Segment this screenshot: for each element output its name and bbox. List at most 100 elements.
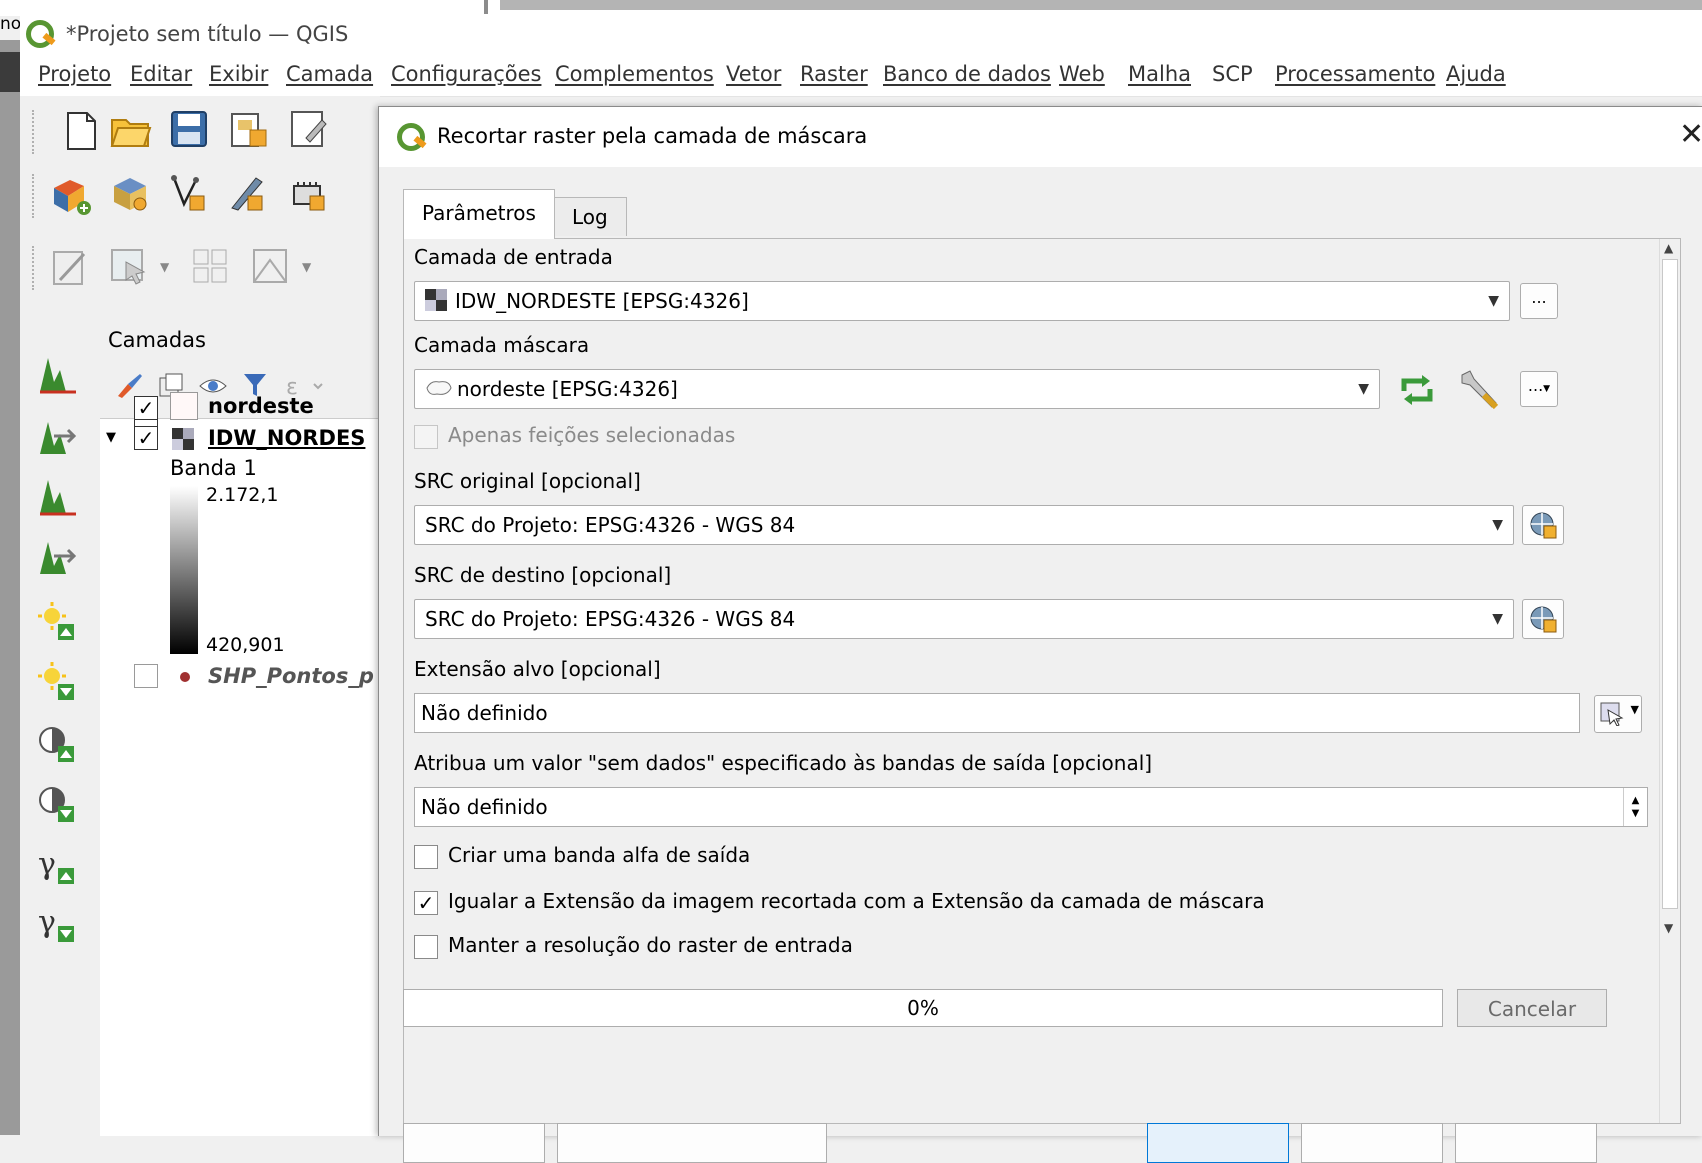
target-extent-input[interactable]: Não definido [414,693,1580,733]
chevron-down-icon[interactable]: ▼ [302,260,311,274]
polygon-layer-icon [425,372,453,395]
menu-complementos[interactable]: Complementos [555,62,714,86]
layers-panel: Camadas ε ✓ nordeste ▼ ✓ IDW_NORDES Band… [100,310,380,1136]
layer-visibility-checkbox[interactable]: ✓ [134,426,158,450]
input-layer-label: Camada de entrada [414,245,613,269]
chevron-down-icon: ▼ [1492,611,1503,627]
grayscale-ramp [170,486,198,654]
qgis-logo-icon [24,18,56,48]
menu-scp[interactable]: SCP [1212,62,1253,86]
toggle-editing-icon[interactable] [50,246,92,288]
new-print-layout-icon[interactable] [228,108,270,150]
gamma-increase-icon[interactable]: γ [36,844,78,886]
nodata-spinbox[interactable]: Não definido ▲ ▼ [414,787,1648,827]
layer-visibility-checkbox[interactable]: ✓ [134,396,158,420]
contrast-increase-icon[interactable] [36,722,78,764]
menubar: Projeto Editar Exibir Camada Configuraçõ… [20,56,1702,97]
cancel-button[interactable]: Cancelar [1457,989,1607,1027]
wrench-icon[interactable] [1456,369,1502,411]
close-button[interactable] [1301,1123,1443,1163]
mask-layer-combo[interactable]: nordeste [EPSG:4326] ▼ [414,369,1380,409]
project-toolbar [20,96,380,168]
menu-malha[interactable]: Malha [1128,62,1191,86]
qgis-logo-icon [395,121,427,151]
contrast-decrease-icon[interactable] [36,782,78,824]
gamma-decrease-icon[interactable]: γ [36,902,78,944]
scrollbar-thumb[interactable] [1662,259,1678,909]
digitize-vertex-icon[interactable] [168,172,210,214]
mask-layer-options-button[interactable]: ...▼ [1520,371,1558,407]
desktop-separator [484,0,488,14]
target-crs-combo[interactable]: SRC do Projeto: EPSG:4326 - WGS 84 ▼ [414,599,1514,639]
batch-process-button[interactable] [557,1123,827,1163]
chevron-down-icon: ▼ [1358,381,1369,397]
run-button[interactable] [1147,1123,1289,1163]
input-layer-browse-button[interactable]: ... [1520,283,1558,319]
layer-name-shp-pontos[interactable]: SHP_Pontos_p [208,664,380,688]
layer-visibility-checkbox[interactable] [134,664,158,688]
new-geopackage-icon[interactable] [108,172,150,214]
data-toolbar [20,160,380,232]
input-layer-value: IDW_NORDESTE [EPSG:4326] [455,289,749,313]
scroll-up-icon[interactable]: ▲ [1664,241,1673,255]
svg-text:γ: γ [38,847,56,882]
progress-bar: 0% [403,989,1443,1027]
target-crs-label: SRC de destino [opcional] [414,563,672,587]
chevron-down-icon: ▼ [1488,293,1499,309]
input-layer-combo[interactable]: IDW_NORDESTE [EPSG:4326] ▼ [414,281,1510,321]
advanced-button[interactable] [403,1123,545,1163]
desktop-strip [0,0,1702,16]
parameters-scrollbar[interactable]: ▲ ▼ [1659,239,1680,1123]
select-crs-globe-icon[interactable] [1522,599,1564,639]
layout-manager-icon[interactable] [288,108,330,150]
tab-parametros[interactable]: Parâmetros [403,189,555,239]
raster-tool-icon[interactable] [288,172,330,214]
raster-layer-icon [425,285,447,311]
close-icon[interactable]: ✕ [1679,117,1702,152]
select-features-icon[interactable] [108,246,150,288]
histogram-icon[interactable] [36,354,78,396]
source-crs-combo[interactable]: SRC do Projeto: EPSG:4326 - WGS 84 ▼ [414,505,1514,545]
desktop-bar [500,0,1702,10]
histogram-stretch-icon[interactable] [36,416,78,458]
brightness-decrease-icon[interactable] [36,660,78,702]
menu-camada[interactable]: Camada [286,62,373,86]
open-folder-icon[interactable] [110,110,152,152]
chevron-down-icon[interactable]: ▼ [160,260,169,274]
menu-projeto[interactable]: Projeto [38,62,111,86]
menu-editar[interactable]: Editar [130,62,192,86]
raster-analysis-toolbar: γ γ [20,310,101,1135]
brightness-increase-icon[interactable] [36,600,78,642]
menu-raster[interactable]: Raster [800,62,868,86]
menu-ajuda[interactable]: Ajuda [1446,62,1506,86]
scroll-down-icon[interactable]: ▼ [1664,921,1673,935]
new-project-icon[interactable] [60,110,102,152]
left-edge-text: no [0,14,22,34]
histogram-stretch-local-icon[interactable] [36,536,78,578]
edit-pencil-icon[interactable] [226,172,268,214]
window-title: *Projeto sem título — QGIS [66,22,349,46]
menu-configuracoes[interactable]: Configurações [391,62,541,86]
vertex-tool-icon[interactable] [250,246,292,288]
data-source-manager-icon[interactable] [50,174,92,216]
chevron-down-icon: ▼ [1630,703,1639,716]
tab-log[interactable]: Log [553,197,627,236]
band-min-value: 420,901 [206,634,285,656]
menu-banco-de-dados[interactable]: Banco de dados [883,62,1051,86]
select-crs-globe-icon[interactable] [1522,505,1564,545]
menu-vetor[interactable]: Vetor [726,62,781,86]
histogram-local-icon[interactable] [36,476,78,518]
help-button[interactable] [1455,1123,1597,1163]
menu-processamento[interactable]: Processamento [1275,62,1435,86]
iterate-icon[interactable] [1396,371,1438,409]
layer-name-idw[interactable]: IDW_NORDES [208,426,380,450]
identify-icon[interactable] [190,246,232,288]
band-label: Banda 1 [170,456,257,480]
menu-web[interactable]: Web [1059,62,1105,86]
spin-arrows-icon[interactable]: ▲ ▼ [1623,788,1647,826]
menu-exibir[interactable]: Exibir [209,62,268,86]
extent-select-button[interactable]: ▼ [1594,695,1642,733]
save-icon[interactable] [168,108,210,150]
expand-arrow-icon[interactable]: ▼ [106,430,116,445]
layer-name-nordeste[interactable]: nordeste [208,394,314,418]
